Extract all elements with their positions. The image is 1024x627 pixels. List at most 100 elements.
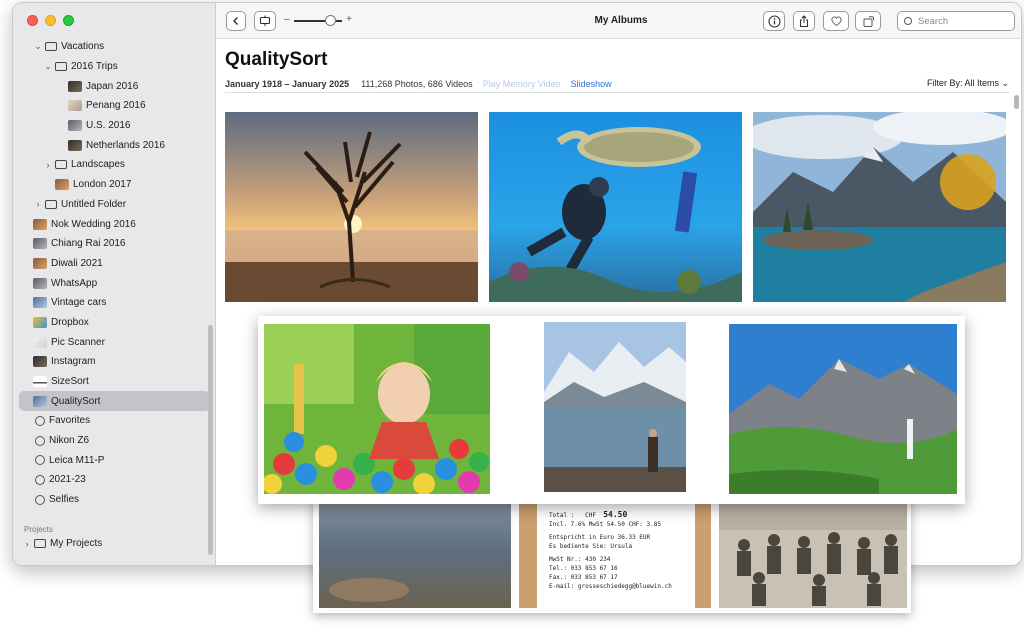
album-thumbnail-icon (33, 376, 47, 388)
photo-alpine-meadow[interactable] (729, 324, 957, 494)
chevron-right-icon[interactable]: › (43, 160, 53, 170)
folder-icon (45, 199, 57, 209)
share-icon (799, 14, 809, 27)
chevron-down-icon[interactable]: ⌄ (43, 61, 53, 72)
search-field[interactable]: Search (897, 11, 1015, 31)
window-controls (27, 15, 74, 26)
main-scrollbar[interactable] (1014, 95, 1019, 109)
sidebar-item-netherlands-2016[interactable]: Netherlands 2016 (13, 135, 215, 155)
projects-header: Projects (24, 525, 53, 534)
photo-diver-turtle[interactable] (489, 112, 742, 302)
slideshow-view-button[interactable] (254, 11, 276, 31)
sidebar-item-nikon-z6[interactable]: Nikon Z6 (13, 431, 215, 451)
display-icon (259, 15, 271, 26)
sidebar-item-landscapes[interactable]: › Landscapes (13, 155, 215, 175)
vintage-group-image (719, 490, 907, 608)
gear-icon (35, 494, 45, 505)
sidebar: ⌄ Vacations ⌄ 2016 Trips Japan 2016 Penang 20… (13, 3, 216, 565)
play-memory-video-button[interactable]: Play Memory Video (483, 79, 561, 89)
receipt-mwst-line: MwSt Nr.: 430 234 (549, 556, 611, 563)
sidebar-item-label: Japan 2016 (86, 80, 139, 92)
search-icon (904, 17, 912, 25)
sidebar-item-japan-2016[interactable]: Japan 2016 (13, 76, 215, 96)
share-button[interactable] (793, 11, 815, 31)
sidebar-item-diwali-2021[interactable]: Diwali 2021 (13, 254, 215, 274)
sidebar-item-untitled-folder[interactable]: › Untitled Folder (13, 195, 215, 215)
blurry-lake-image (319, 490, 511, 608)
sidebar-item-favorites[interactable]: Favorites (13, 411, 215, 431)
sidebar-item-penang-2016[interactable]: Penang 2016 (13, 96, 215, 116)
photo-sunset-tree[interactable] (225, 112, 478, 302)
sidebar-album-list: ⌄ Vacations ⌄ 2016 Trips Japan 2016 Penang 20… (13, 37, 215, 510)
alpine-meadow-image (729, 324, 957, 494)
photo-blurry-lake[interactable] (319, 490, 511, 608)
filter-dropdown[interactable]: Filter By: All Items ⌄ (927, 78, 1009, 89)
sidebar-item-vintage-cars[interactable]: Vintage cars (13, 293, 215, 313)
slideshow-button[interactable]: Slideshow (571, 79, 612, 89)
album-thumbnail-icon (33, 336, 47, 348)
zoom-slider[interactable]: – + (284, 14, 352, 28)
ball-pit-child-image (264, 324, 490, 494)
stage: ⌄ Vacations ⌄ 2016 Trips Japan 2016 Penang 20… (0, 0, 1024, 627)
sidebar-item-label: Chiang Rai 2016 (51, 238, 126, 250)
sunset-tree-image (225, 112, 478, 302)
photo-mountain-lake[interactable] (753, 112, 1006, 302)
chevron-right-icon[interactable]: › (33, 199, 43, 209)
back-button[interactable] (226, 11, 246, 31)
sidebar-item-leica-m11-p[interactable]: Leica M11-P (13, 450, 215, 470)
search-placeholder: Search (918, 15, 949, 27)
sidebar-item-label: Vacations (61, 41, 105, 53)
sidebar-scrollbar[interactable] (208, 325, 213, 555)
album-thumbnail-icon (68, 100, 82, 112)
sidebar-item-whatsapp[interactable]: WhatsApp (13, 273, 215, 293)
zoom-out-label: – (284, 14, 290, 25)
favorite-button[interactable] (823, 11, 849, 31)
sidebar-item-label: Diwali 2021 (51, 257, 103, 269)
sidebar-item-label: Nok Wedding 2016 (51, 218, 136, 230)
sidebar-item-sizesort[interactable]: SizeSort (13, 372, 215, 392)
sidebar-item-dropbox[interactable]: Dropbox (13, 313, 215, 333)
rotate-button[interactable] (855, 11, 881, 31)
gear-icon (35, 474, 45, 485)
zoom-slider-knob[interactable] (325, 15, 336, 26)
info-button[interactable] (763, 11, 785, 31)
sidebar-item-label: Netherlands 2016 (86, 139, 165, 151)
close-window-button[interactable] (27, 15, 38, 26)
sidebar-item-label: Landscapes (71, 159, 125, 171)
album-thumbnail-icon (33, 218, 47, 230)
sidebar-item-selfies[interactable]: Selfies (13, 490, 215, 510)
sidebar-item-label: U.S. 2016 (86, 120, 131, 132)
photo-receipt[interactable]: Total : CHF 54.50 Incl. 7.6% MwSt 54.50 … (519, 490, 711, 608)
sidebar-item-nok-wedding-2016[interactable]: Nok Wedding 2016 (13, 214, 215, 234)
sidebar-item-2021-23[interactable]: 2021-23 (13, 470, 215, 490)
chevron-right-icon[interactable]: › (22, 539, 32, 549)
sidebar-item-chiang-rai-2016[interactable]: Chiang Rai 2016 (13, 234, 215, 254)
sidebar-item-label: SizeSort (51, 376, 89, 388)
photo-glacier-lake-person[interactable] (544, 322, 686, 492)
sidebar-item-2016-trips[interactable]: ⌄ 2016 Trips (13, 57, 215, 77)
album-thumbnail-icon (33, 316, 47, 328)
projects-section: Projects › My Projects (13, 516, 215, 554)
photo-ball-pit-child[interactable] (264, 324, 490, 494)
chevron-down-icon[interactable]: ⌄ (33, 41, 43, 52)
toolbar: – + My Albums Search (216, 3, 1021, 39)
photo-vintage-group[interactable] (719, 490, 907, 608)
album-thumbnail-icon (68, 139, 82, 151)
sidebar-item-pic-scanner[interactable]: Pic Scanner (13, 332, 215, 352)
sidebar-item-instagram[interactable]: Instagram (13, 352, 215, 372)
receipt-served-line: Es bediente Sie: Ursula (549, 543, 633, 550)
sidebar-item-qualitysort[interactable]: QualitySort (19, 391, 210, 412)
sidebar-item-vacations[interactable]: ⌄ Vacations (13, 37, 215, 57)
glacier-lake-person-image (544, 322, 686, 492)
sidebar-item-label: Selfies (49, 494, 80, 506)
sidebar-item-u-s-2016[interactable]: U.S. 2016 (13, 116, 215, 136)
receipt-euro-line: Entspricht in Euro 36.33 EUR (549, 534, 651, 541)
album-thumbnail-icon (68, 120, 82, 132)
sidebar-item-label: QualitySort (51, 395, 101, 407)
sidebar-item-my-projects[interactable]: › My Projects (13, 534, 215, 554)
sidebar-item-london-2017[interactable]: London 2017 (13, 175, 215, 195)
minimize-window-button[interactable] (45, 15, 56, 26)
folder-icon (45, 42, 57, 52)
zoom-window-button[interactable] (63, 15, 74, 26)
receipt-total-line: Total : CHF 54.50 (549, 510, 628, 519)
